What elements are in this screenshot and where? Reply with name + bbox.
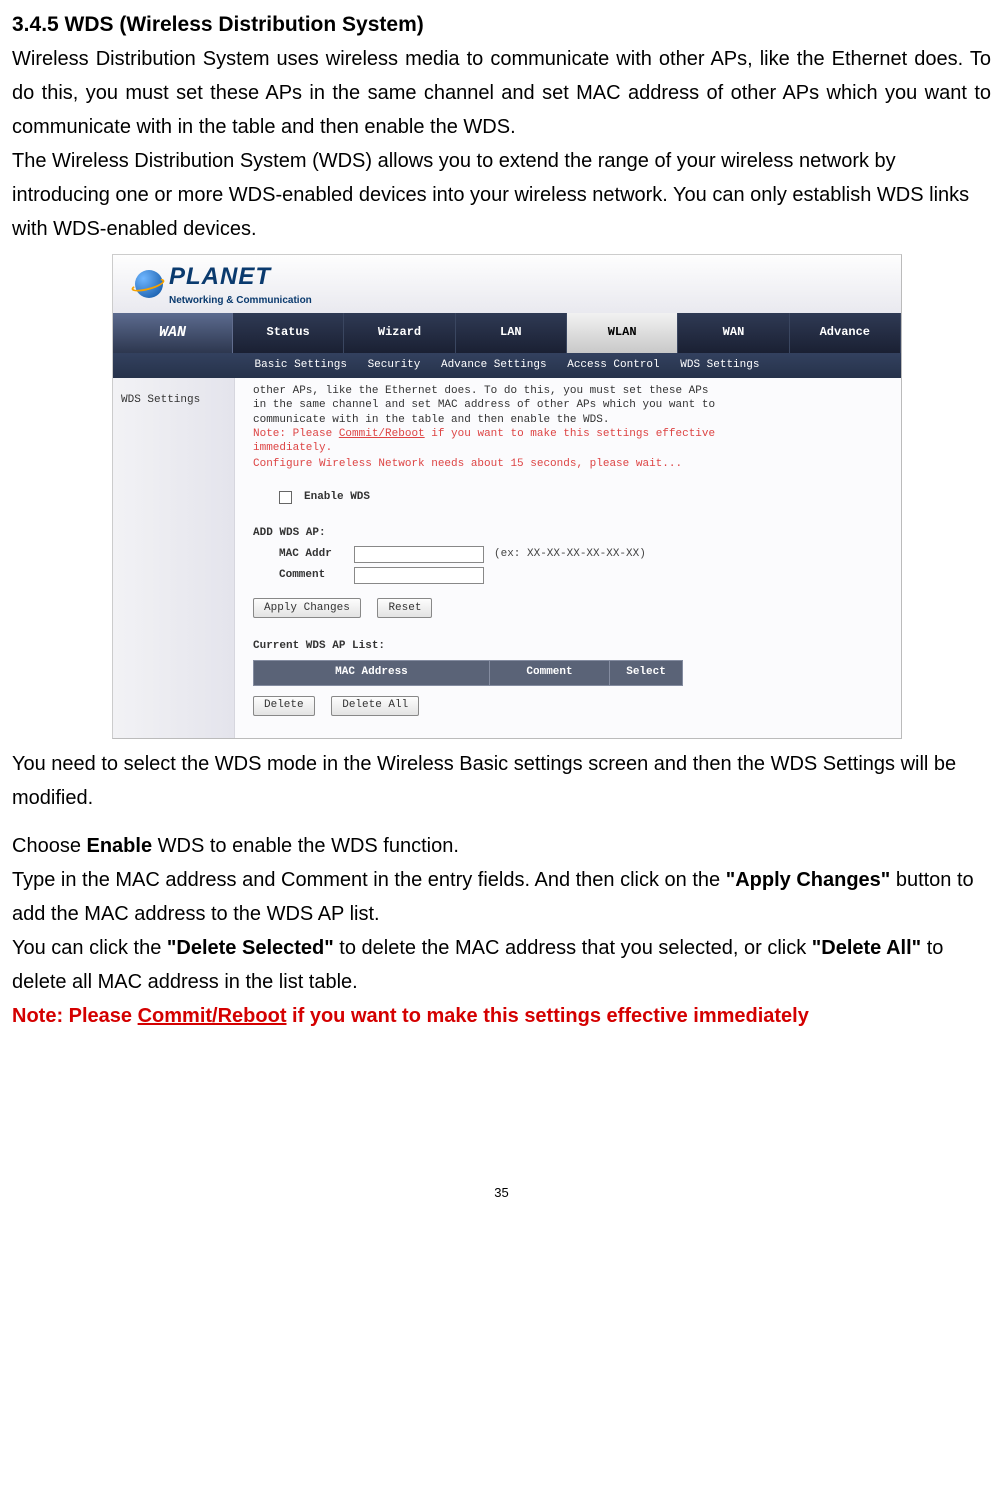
- subnav-wds[interactable]: WDS Settings: [680, 359, 759, 371]
- note-line: Note: Please Commit/Reboot if you want t…: [12, 999, 991, 1033]
- intro-wait: Configure Wireless Network needs about 1…: [253, 457, 883, 471]
- mac-hint: (ex: XX-XX-XX-XX-XX-XX): [494, 546, 646, 564]
- enable-line: Choose Enable WDS to enable the WDS func…: [12, 829, 991, 863]
- subnav-access[interactable]: Access Control: [567, 359, 659, 371]
- delete-all-button[interactable]: Delete All: [331, 696, 419, 716]
- enable-bold: Enable: [87, 835, 153, 857]
- page-number: 35: [12, 1183, 991, 1224]
- enable-wds-checkbox[interactable]: [279, 491, 292, 504]
- comment-row: Comment: [279, 567, 883, 585]
- apply-changes-bold: "Apply Changes": [726, 869, 891, 891]
- apply-changes-button[interactable]: Apply Changes: [253, 598, 361, 618]
- logo-subtext: Networking & Communication: [169, 293, 312, 309]
- body: WDS Settings other APs, like the Etherne…: [113, 378, 901, 738]
- mac-label: MAC Addr: [279, 546, 354, 564]
- subnav-advance[interactable]: Advance Settings: [441, 359, 547, 371]
- intro-paragraph-2: The Wireless Distribution System (WDS) a…: [12, 144, 991, 246]
- nav-lan[interactable]: LAN: [456, 313, 567, 353]
- delete-button[interactable]: Delete: [253, 696, 315, 716]
- enable-wds-row: Enable WDS: [279, 489, 883, 507]
- enable-wds-label: Enable WDS: [304, 489, 370, 507]
- comment-input[interactable]: [354, 567, 484, 584]
- after-screenshot-para: You need to select the WDS mode in the W…: [12, 747, 991, 815]
- add-wds-ap-label: ADD WDS AP:: [253, 525, 883, 543]
- sidebar: WDS Settings: [113, 378, 235, 738]
- intro-l1: other APs, like the Ethernet does. To do…: [253, 384, 883, 398]
- intro-note-line1: Note: Please Commit/Reboot if you want t…: [253, 427, 883, 441]
- sub-nav: Basic Settings Security Advance Settings…: [113, 353, 901, 379]
- nav-wlan[interactable]: WLAN: [567, 313, 678, 353]
- main-panel: other APs, like the Ethernet does. To do…: [235, 378, 901, 738]
- delete-all-bold: "Delete All": [812, 937, 921, 959]
- nav-wan[interactable]: WAN: [678, 313, 789, 353]
- delete-line: You can click the "Delete Selected" to d…: [12, 931, 991, 999]
- section-heading: 3.4.5 WDS (Wireless Distribution System): [12, 8, 991, 42]
- subnav-basic[interactable]: Basic Settings: [255, 359, 347, 371]
- nav-wizard[interactable]: Wizard: [344, 313, 455, 353]
- sidebar-wds-settings[interactable]: WDS Settings: [121, 392, 226, 410]
- wds-ap-table: MAC Address Comment Select: [253, 660, 683, 686]
- comment-label: Comment: [279, 567, 354, 585]
- intro-l2: in the same channel and set MAC address …: [253, 398, 883, 412]
- commit-reboot-link[interactable]: Commit/Reboot: [339, 428, 425, 440]
- nav-left-label: WAN: [113, 313, 233, 353]
- logo-text: PLANET: [169, 258, 312, 296]
- commit-reboot-text: Commit/Reboot: [138, 1005, 287, 1027]
- intro-note-line2: immediately.: [253, 441, 883, 455]
- th-comment: Comment: [489, 660, 609, 685]
- subnav-security[interactable]: Security: [368, 359, 421, 371]
- form-button-row: Apply Changes Reset: [253, 598, 883, 618]
- delete-selected-bold: "Delete Selected": [167, 937, 334, 959]
- th-select: Select: [610, 660, 683, 685]
- router-ui-screenshot: PLANET Networking & Communication WAN St…: [112, 254, 902, 740]
- nav-status[interactable]: Status: [233, 313, 344, 353]
- intro-paragraph-1: Wireless Distribution System uses wirele…: [12, 42, 991, 144]
- planet-logo-icon: [135, 270, 163, 298]
- intro-text: other APs, like the Ethernet does. To do…: [253, 384, 883, 471]
- reset-button[interactable]: Reset: [377, 598, 432, 618]
- intro-l3: communicate with in the table and then e…: [253, 413, 883, 427]
- nav-advance[interactable]: Advance: [790, 313, 901, 353]
- delete-button-row: Delete Delete All: [253, 696, 883, 716]
- mac-row: MAC Addr (ex: XX-XX-XX-XX-XX-XX): [279, 546, 883, 564]
- th-mac: MAC Address: [254, 660, 490, 685]
- current-list-label: Current WDS AP List:: [253, 638, 883, 656]
- type-line: Type in the MAC address and Comment in t…: [12, 863, 991, 931]
- mac-input[interactable]: [354, 546, 484, 563]
- main-nav: WAN Status Wizard LAN WLAN WAN Advance: [113, 313, 901, 353]
- logo-bar: PLANET Networking & Communication: [113, 255, 901, 313]
